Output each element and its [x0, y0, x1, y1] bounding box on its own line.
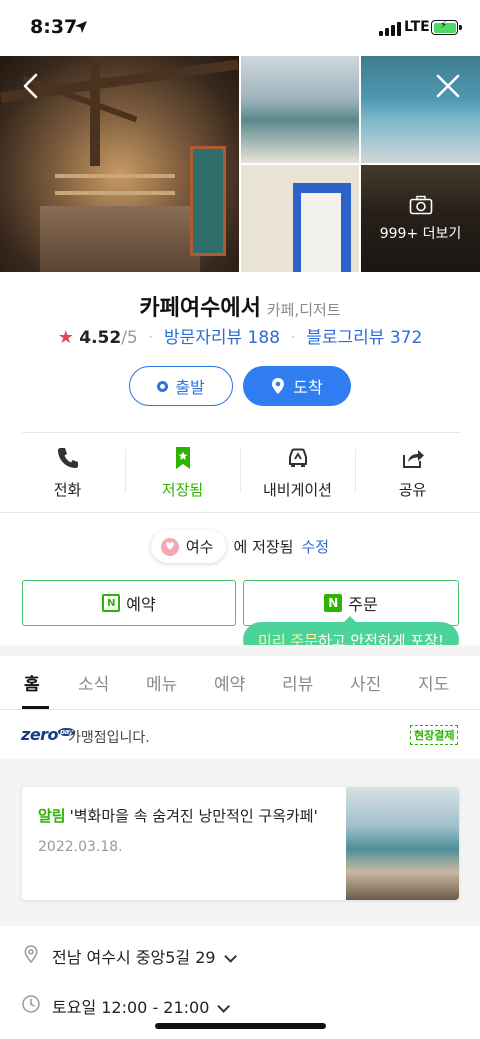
- tab-reviews[interactable]: 리뷰: [282, 670, 313, 695]
- onsite-payment-badge: 현장결제: [410, 725, 459, 745]
- zeropay-text: 가맹점입니다.: [68, 730, 150, 746]
- saved-folder-row: ♥ 여수 에 저장됨 수정: [0, 530, 480, 563]
- camera-icon: [409, 195, 432, 215]
- more-photos-label: 999+ 더보기: [379, 226, 462, 242]
- saved-label: 저장됨: [161, 481, 204, 499]
- notice-date: 2022.03.18.: [38, 839, 123, 855]
- navigation-label: 내비게이션: [262, 481, 332, 499]
- naver-order-icon: N: [324, 594, 343, 612]
- share-label: 공유: [398, 481, 427, 499]
- tab-home[interactable]: 홈: [24, 670, 40, 695]
- action-bar: 전화 저장됨 내비게이션 공유: [10, 445, 470, 500]
- rating-max: /5: [121, 328, 138, 348]
- share-icon: [402, 450, 424, 468]
- status-bar: 8:37 LTE ⚡: [0, 0, 480, 56]
- notice-title: '벽화마을 속 숨겨진 낭만적인 구옥카페': [69, 807, 318, 825]
- start-route-button[interactable]: 출발: [129, 366, 233, 406]
- zeropay-logo: zero pay: [21, 725, 75, 744]
- rating-row: ★ 4.52/5 · 방문자리뷰 188 · 블로그리뷰 372: [57, 327, 423, 348]
- more-photos-button[interactable]: 999+ 더보기: [361, 195, 480, 243]
- signal-icon: [379, 22, 401, 36]
- car-icon: [288, 448, 307, 467]
- place-header: 카페여수에서 카페,디저트: [0, 290, 480, 322]
- order-label: 주문: [348, 595, 378, 614]
- tab-map[interactable]: 지도: [418, 670, 449, 695]
- chevron-down-icon: [217, 1000, 231, 1013]
- notice-tag: 알림: [38, 807, 66, 825]
- origin-dot-icon: [157, 380, 169, 392]
- photo-4[interactable]: [241, 165, 359, 272]
- divider: [22, 432, 460, 433]
- zeropay-row: zero pay 가맹점입니다. 현장결제: [0, 711, 480, 759]
- place-title: 카페여수에서: [139, 296, 261, 321]
- place-category: 카페,디저트: [266, 301, 341, 319]
- naver-booking-icon: N: [102, 594, 121, 612]
- hours-text: 토요일 12:00 - 21:00: [52, 998, 210, 1017]
- photo-2[interactable]: [241, 56, 359, 163]
- notice-thumbnail: [346, 787, 459, 900]
- start-label: 출발: [175, 378, 205, 397]
- map-pin-icon: [272, 378, 285, 394]
- edit-link[interactable]: 수정: [301, 536, 329, 557]
- share-button[interactable]: 공유: [355, 445, 470, 500]
- reserve-button[interactable]: N 예약: [22, 580, 236, 626]
- blog-review-link[interactable]: 블로그리뷰 372: [306, 328, 422, 348]
- tab-bar: 홈 소식 메뉴 예약 리뷰 사진 지도: [0, 656, 480, 710]
- saved-suffix: 에 저장됨: [233, 538, 294, 556]
- navigation-button[interactable]: 내비게이션: [240, 445, 355, 500]
- tab-menu[interactable]: 메뉴: [146, 670, 177, 695]
- rating-score: 4.52: [79, 328, 122, 348]
- divider: [0, 512, 480, 513]
- address-text: 전남 여수시 중앙5길 29: [52, 948, 216, 967]
- photo-gallery[interactable]: 999+ 더보기: [0, 56, 480, 272]
- tab-news[interactable]: 소식: [78, 670, 109, 695]
- notice-card[interactable]: 알림 '벽화마을 속 숨겨진 낭만적인 구옥카페' 2022.03.18.: [22, 787, 459, 900]
- heart-icon: ♥: [160, 537, 179, 556]
- location-pin-icon: [24, 945, 38, 964]
- battery-icon: ⚡: [431, 20, 462, 35]
- tab-photos[interactable]: 사진: [350, 670, 381, 695]
- call-label: 전화: [53, 481, 82, 499]
- phone-icon: [57, 448, 78, 468]
- status-time: 8:37: [30, 16, 78, 38]
- section-gap: [0, 645, 480, 656]
- location-arrow-icon: [75, 21, 87, 33]
- arrive-route-button[interactable]: 도착: [243, 366, 351, 406]
- arrive-label: 도착: [293, 378, 323, 397]
- tab-reservation[interactable]: 예약: [214, 670, 245, 695]
- network-label: LTE: [404, 19, 430, 35]
- folder-name: 여수: [185, 538, 214, 556]
- call-button[interactable]: 전화: [10, 445, 125, 500]
- back-icon[interactable]: [16, 70, 48, 102]
- folder-chip[interactable]: ♥ 여수: [150, 530, 226, 563]
- close-icon[interactable]: [432, 70, 464, 102]
- clock-icon: [22, 995, 40, 1013]
- saved-button[interactable]: 저장됨: [125, 445, 240, 500]
- notice-text: 알림 '벽화마을 속 숨겨진 낭만적인 구옥카페': [38, 805, 338, 827]
- divider: [0, 709, 480, 710]
- bookmark-icon: [175, 447, 190, 469]
- address-row[interactable]: 전남 여수시 중앙5길 29: [0, 930, 480, 980]
- star-icon: ★: [57, 327, 74, 348]
- reserve-label: 예약: [126, 595, 156, 614]
- chevron-down-icon: [223, 950, 237, 963]
- home-indicator[interactable]: [155, 1023, 326, 1029]
- visitor-review-link[interactable]: 방문자리뷰 188: [164, 328, 280, 348]
- place-detail-screen: 8:37 LTE ⚡ 999+ 더보기 카페여수에서 카페,디저트 ★ 4.52…: [0, 0, 480, 1039]
